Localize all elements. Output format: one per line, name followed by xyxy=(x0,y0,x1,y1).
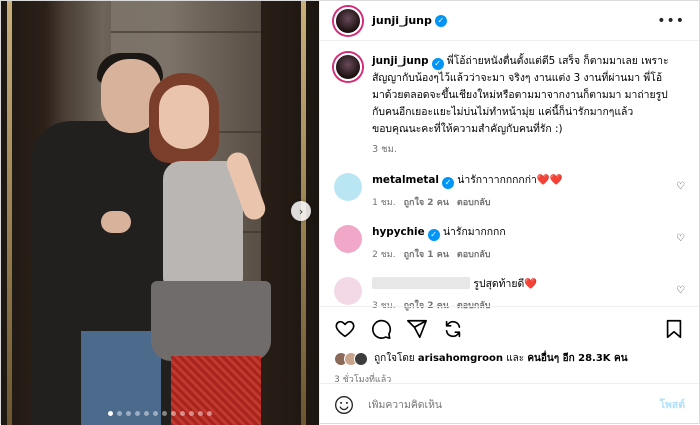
caption: junji_junp ✓ พี่โอ้ถ่ายหนังตื่นตั้งแต่ตี5… xyxy=(334,53,685,157)
carousel-dot[interactable] xyxy=(108,411,114,416)
woman-skirt xyxy=(151,281,271,361)
heart-icon[interactable] xyxy=(334,318,356,340)
caption-avatar[interactable] xyxy=(334,53,363,81)
commenter-avatar[interactable] xyxy=(334,225,363,253)
comment-emoji: ❤️❤️ xyxy=(536,174,563,186)
reply-button[interactable]: ตอบกลับ xyxy=(457,195,491,209)
caption-time: 3 ชม. xyxy=(372,144,397,155)
author-avatar[interactable] xyxy=(334,6,363,35)
more-icon[interactable]: ••• xyxy=(657,13,685,29)
liker-avatar[interactable] xyxy=(354,351,369,366)
likes-others[interactable]: คนอื่นๆ อีก 28.3K คน xyxy=(527,353,627,364)
commenter-avatar[interactable] xyxy=(334,277,363,305)
woman-top xyxy=(163,161,243,286)
comments-list: junji_junp ✓ พี่โอ้ถ่ายหนังตื่นตั้งแต่ตี5… xyxy=(320,41,699,323)
comment-time: 2 ชม. xyxy=(372,250,396,260)
comment-meta: 2 ชม. ถูกใจ 1 คน ตอบกลับ xyxy=(372,247,667,261)
carousel-dot[interactable] xyxy=(180,411,186,416)
next-arrow-icon[interactable]: › xyxy=(291,201,312,221)
commenter-username[interactable]: metalmetal xyxy=(372,174,439,186)
author-username[interactable]: junji_junp xyxy=(372,14,432,27)
comment-like-icon[interactable]: ♡ xyxy=(676,181,685,192)
comment-time: 1 ชม. xyxy=(372,198,396,208)
comment-text: metalmetal ✓ น่ารักาาากกกกก่า❤️❤️ xyxy=(372,173,667,189)
carousel-dot[interactable] xyxy=(171,411,177,416)
carousel-dot[interactable] xyxy=(162,411,168,416)
reply-button[interactable]: ตอบกลับ xyxy=(457,247,491,261)
carousel-dot[interactable] xyxy=(153,411,159,416)
comment-text: รูปสุดท้ายดี❤️ xyxy=(372,277,667,292)
likes-prefix: ถูกใจโดย xyxy=(374,353,415,364)
comment-body: น่ารักมากกกก xyxy=(442,226,506,238)
caption-username[interactable]: junji_junp xyxy=(372,55,428,67)
carousel-dots xyxy=(1,411,319,416)
comment-item: metalmetal ✓ น่ารักาาากกกกก่า❤️❤️ 1 ชม. ถูก… xyxy=(334,173,685,209)
comment-input[interactable] xyxy=(368,398,660,411)
bookmark-icon[interactable] xyxy=(663,318,685,340)
carousel-dot[interactable] xyxy=(189,411,195,416)
comment-body: น่ารักาาากกกกก่า xyxy=(457,174,537,186)
verified-icon: ✓ xyxy=(441,177,454,189)
post-actions: ถูกใจโดย arisahomgroon และ คนอื่นๆ อีก 2… xyxy=(320,306,699,386)
redacted-username[interactable] xyxy=(372,277,471,289)
comment-text: hypychie ✓ น่ารักมากกกก xyxy=(372,225,667,241)
comment-like-icon[interactable]: ♡ xyxy=(676,285,685,296)
comment-body: รูปสุดท้ายดี xyxy=(473,278,525,290)
wall-panel-line xyxy=(111,31,261,33)
caption-body: พี่โอ้ถ่ายหนังตื่นตั้งแต่ตี5 เสร็จ ก็ตาม… xyxy=(372,55,669,135)
carousel-dot[interactable] xyxy=(207,411,213,416)
comment-likes[interactable]: ถูกใจ 2 คน xyxy=(404,195,449,209)
verified-icon: ✓ xyxy=(431,58,444,70)
carousel-dot[interactable] xyxy=(135,411,141,416)
repost-icon[interactable] xyxy=(442,318,464,340)
add-comment-bar: โพสต์ xyxy=(320,383,699,425)
verified-icon: ✓ xyxy=(427,229,440,241)
likes-summary: ถูกใจโดย arisahomgroon และ คนอื่นๆ อีก 2… xyxy=(334,351,685,366)
commenter-username[interactable]: hypychie xyxy=(372,226,425,238)
likes-user[interactable]: arisahomgroon xyxy=(418,353,503,364)
carousel-dot[interactable] xyxy=(117,411,123,416)
comment-likes[interactable]: ถูกใจ 1 คน xyxy=(404,247,449,261)
carousel-dot[interactable] xyxy=(144,411,150,416)
post-sidebar: junji_junp ✓ ••• junji_junp ✓ พี่โอ้ถ่ายห… xyxy=(319,1,699,425)
verified-icon: ✓ xyxy=(434,14,447,27)
woman-face xyxy=(159,85,209,149)
comment-item: hypychie ✓ น่ารักมากกกก 2 ชม. ถูกใจ 1 คน ตอบ… xyxy=(334,225,685,261)
carousel-dot[interactable] xyxy=(126,411,132,416)
background-light xyxy=(7,1,12,425)
post-header: junji_junp ✓ ••• xyxy=(320,1,699,41)
likes-text: ถูกใจโดย arisahomgroon และ คนอื่นๆ อีก 2… xyxy=(374,351,627,366)
caption-text: junji_junp ✓ พี่โอ้ถ่ายหนังตื่นตั้งแต่ตี5… xyxy=(372,53,672,138)
man-hand xyxy=(101,211,131,233)
commenter-avatar[interactable] xyxy=(334,173,363,201)
post-button[interactable]: โพสต์ xyxy=(659,396,685,413)
likes-middle: และ xyxy=(506,353,525,364)
share-icon[interactable] xyxy=(406,318,428,340)
comment-like-icon[interactable]: ♡ xyxy=(676,233,685,244)
comment-meta: 1 ชม. ถูกใจ 2 คน ตอบกลับ xyxy=(372,195,667,209)
carousel-dot[interactable] xyxy=(198,411,204,416)
emoji-icon[interactable] xyxy=(334,395,354,415)
comment-emoji: ❤️ xyxy=(524,278,538,290)
comment-icon[interactable] xyxy=(370,318,392,340)
post-photo[interactable]: › xyxy=(1,1,320,425)
